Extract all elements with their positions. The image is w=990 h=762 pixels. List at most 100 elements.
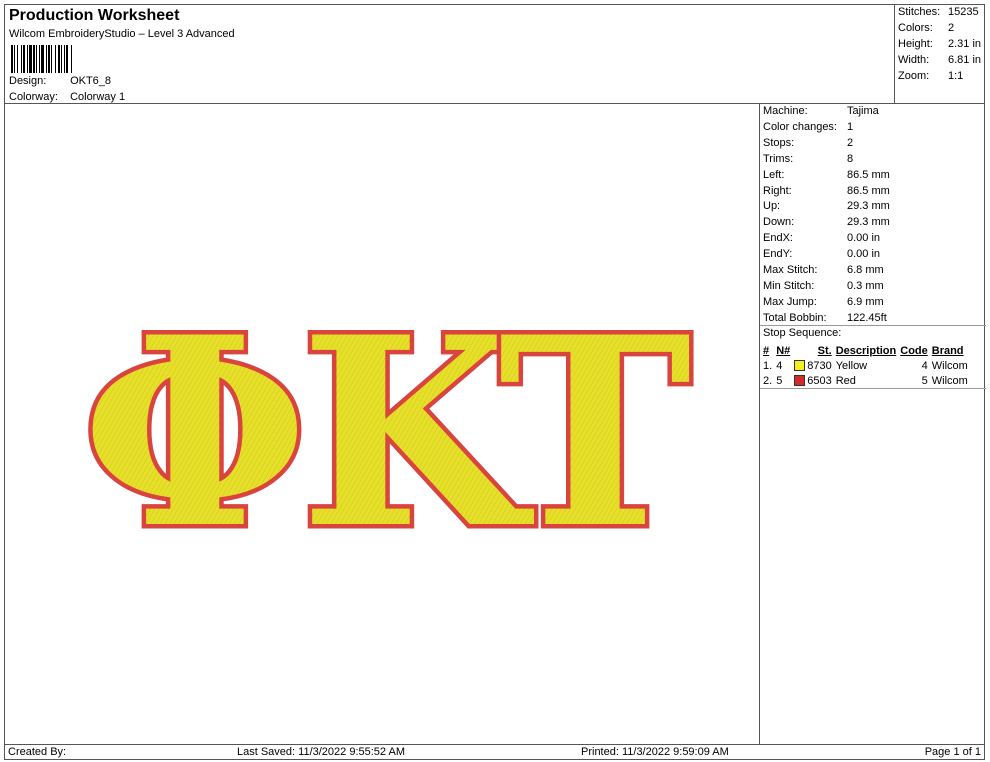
row-code: 4 [921, 359, 928, 372]
barcode-bar [33, 45, 35, 73]
barcode-bar [21, 45, 22, 73]
divider [760, 388, 986, 389]
summary-value: 15235 [948, 6, 979, 18]
summary-value: 2 [948, 22, 955, 34]
info-value: Tajima [847, 105, 879, 117]
embroidery-design: Φ K T [77, 277, 696, 591]
row-number: 1. [763, 359, 773, 372]
info-label: Min Stitch: [763, 279, 815, 292]
row-stitches: 8730 [807, 359, 832, 372]
table-row: 2. 5 6503 Red 5 Wilcom [762, 373, 971, 388]
machine-info-row: Right: 86.5 mm [763, 185, 890, 197]
col-code: Code [900, 344, 928, 357]
barcode [11, 45, 72, 73]
info-label: EndX: [763, 232, 793, 245]
colorway-label: Colorway: [9, 91, 58, 103]
barcode-bar [51, 45, 52, 73]
barcode-bar [39, 45, 40, 73]
info-value: 0.00 in [847, 232, 881, 245]
barcode-bar [29, 45, 32, 73]
colorway-value: Colorway 1 [70, 91, 126, 103]
summary-label: Width: [898, 54, 930, 66]
page-number: Page 1 of 1 [924, 746, 981, 758]
row-needle: 4 [776, 359, 783, 372]
color-swatch [794, 375, 806, 387]
info-label: Right: [763, 184, 792, 197]
col-description: Description [835, 344, 897, 357]
row-stitches: 6503 [807, 374, 832, 387]
letter-tau: T [498, 281, 691, 586]
summary-width: Width: 6.81 in [898, 54, 981, 66]
machine-info-panel: Machine: Tajima Color changes: 1 Stops: 2 Trim… [759, 103, 986, 745]
machine-info-row: Min Stitch: 0.3 mm [763, 280, 884, 292]
info-label: Machine: [763, 105, 808, 117]
barcode-bar [71, 45, 72, 73]
barcode-bar [27, 45, 28, 73]
machine-info-row: EndX: 0.00 in [763, 232, 880, 244]
col-stitches: St. [817, 344, 832, 357]
info-value: 0.3 mm [847, 279, 884, 292]
summary-height: Height: 2.31 in [898, 38, 981, 50]
info-value: 86.5 mm [847, 184, 890, 197]
summary-colors: Colors: 2 [898, 22, 954, 34]
info-value: 2 [847, 136, 854, 149]
summary-stitches: Stitches: 15235 [898, 6, 979, 18]
table-row: 1. 4 8730 Yellow 4 Wilcom [762, 358, 971, 373]
barcode-bar [46, 45, 47, 73]
barcode-bar [61, 45, 62, 73]
machine-info-row: Down: 29.3 mm [763, 216, 890, 228]
summary-value: 2.31 in [948, 38, 982, 50]
row-number: 2. [763, 374, 773, 387]
color-swatch [794, 360, 806, 372]
machine-info-row: Max Jump: 6.9 mm [763, 296, 884, 308]
software-name: Wilcom EmbroideryStudio – Level 3 Advanc… [9, 28, 235, 40]
table-header: # N# St. Description Code Brand [762, 343, 971, 358]
info-label: Up: [763, 200, 781, 213]
printed-date: Printed: 11/3/2022 9:59:09 AM [581, 746, 729, 758]
letter-phi: Φ [82, 281, 308, 586]
info-value: 86.5 mm [847, 168, 890, 181]
col-number: # [763, 344, 770, 357]
info-label: Left: [763, 168, 785, 181]
barcode-bar [14, 45, 15, 73]
barcode-bar [17, 45, 18, 73]
info-value: 29.3 mm [847, 200, 890, 213]
machine-info-row: Left: 86.5 mm [763, 169, 890, 181]
design-preview: Φ K T [4, 103, 760, 745]
summary-label: Stitches: [898, 6, 941, 18]
info-label: EndY: [763, 248, 793, 261]
design-value: OKT6_8 [70, 75, 112, 87]
col-brand: Brand [931, 344, 964, 357]
info-value: 122.45ft [847, 311, 887, 324]
info-value: 6.8 mm [847, 264, 884, 276]
info-value: 6.9 mm [847, 295, 884, 308]
summary-label: Colors: [898, 22, 933, 34]
barcode-bar [41, 45, 44, 73]
summary-value: 1:1 [948, 70, 964, 82]
info-label: Stops: [763, 136, 795, 149]
info-label: Down: [763, 216, 795, 229]
summary-label: Height: [898, 38, 933, 50]
design-row: Design: OKT6_8 [9, 75, 111, 87]
barcode-bar [11, 45, 13, 73]
info-label: Trims: [763, 152, 794, 165]
barcode-bar [55, 45, 56, 73]
summary-box: Stitches: 15235 Colors: 2 Height: 2.31 in W… [894, 4, 985, 104]
summary-zoom: Zoom: 1:1 [898, 70, 963, 82]
machine-info-row: Stops: 2 [763, 137, 853, 149]
stop-sequence-title: Stop Sequence: [763, 327, 842, 339]
stop-sequence-table: # N# St. Description Code Brand 1. 4 873… [762, 343, 971, 388]
barcode-bar [58, 45, 60, 73]
barcode-bar [48, 45, 50, 73]
row-code: 5 [921, 374, 928, 387]
summary-label: Zoom: [898, 70, 930, 82]
machine-info-row: Color changes: 1 [763, 121, 853, 133]
machine-info-row: Max Stitch: 6.8 mm [763, 264, 884, 276]
row-description: Yellow [835, 359, 868, 372]
barcode-bar [23, 45, 25, 73]
row-brand: Wilcom [931, 359, 968, 372]
design-label: Design: [9, 75, 47, 87]
info-label: Color changes: [763, 120, 837, 133]
barcode-bar [66, 45, 68, 73]
row-brand: Wilcom [931, 374, 968, 387]
